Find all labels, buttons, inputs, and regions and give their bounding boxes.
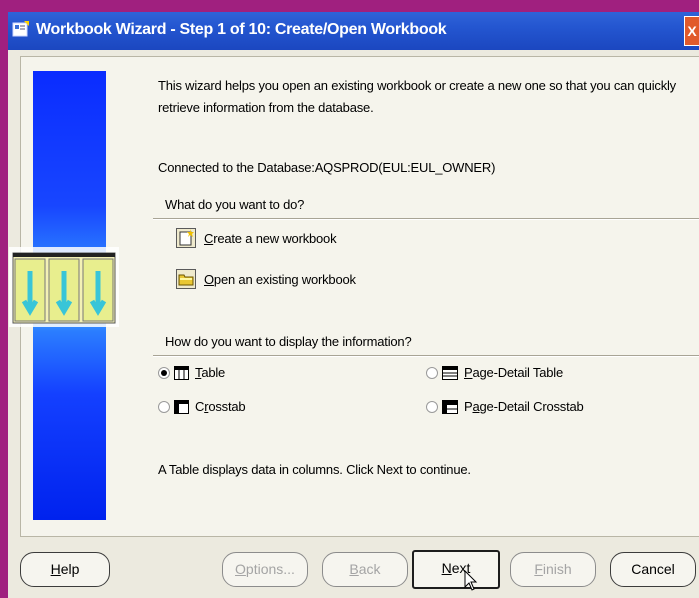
crosstab-icon	[174, 399, 189, 414]
table-radio-option[interactable]: Table	[158, 365, 225, 380]
page-detail-table-radio-option[interactable]: Page-Detail Table	[426, 365, 563, 380]
open-workbook-label: Open an existing workbook	[204, 271, 356, 287]
page-detail-crosstab-label: Page-Detail Crosstab	[464, 399, 584, 414]
back-button[interactable]: Back	[322, 552, 408, 587]
mouse-cursor-icon	[464, 570, 478, 591]
next-button[interactable]: Next	[412, 550, 500, 589]
table-radio[interactable]	[158, 366, 170, 379]
new-workbook-icon	[176, 228, 196, 248]
open-workbook-option[interactable]: Open an existing workbook	[176, 269, 356, 289]
display-section-heading: How do you want to display the informati…	[165, 334, 412, 349]
close-button[interactable]: X	[684, 16, 699, 46]
connection-status: Connected to the Database:AQSPROD(EUL:EU…	[158, 160, 496, 175]
options-button[interactable]: Options...	[222, 552, 308, 587]
page-detail-crosstab-icon	[442, 399, 458, 414]
hint-text: A Table displays data in columns. Click …	[158, 462, 471, 477]
open-folder-icon	[176, 269, 196, 289]
title-bar[interactable]: Workbook Wizard - Step 1 of 10: Create/O…	[8, 12, 699, 50]
dialog-client-area: This wizard helps you open an existing w…	[8, 50, 699, 598]
cancel-button[interactable]: Cancel	[610, 552, 696, 587]
crosstab-radio[interactable]	[158, 400, 170, 413]
wizard-window: Workbook Wizard - Step 1 of 10: Create/O…	[0, 0, 699, 598]
crosstab-radio-option[interactable]: Crosstab	[158, 399, 246, 414]
help-button[interactable]: Help	[20, 552, 110, 587]
workbook-illustration-icon	[9, 247, 119, 327]
crosstab-label: Crosstab	[195, 399, 246, 414]
create-workbook-label: Create a new workbook	[204, 230, 337, 246]
page-detail-table-icon	[442, 365, 458, 380]
action-section-heading: What do you want to do?	[165, 197, 305, 212]
wizard-app-icon	[12, 21, 29, 37]
page-detail-crosstab-radio[interactable]	[426, 400, 438, 413]
page-detail-table-label: Page-Detail Table	[464, 365, 563, 380]
table-icon	[174, 365, 189, 380]
table-label: Table	[195, 365, 226, 380]
finish-button[interactable]: Finish	[510, 552, 596, 587]
intro-text-line2: retrieve information from the database.	[158, 100, 374, 115]
wizard-banner-image	[9, 71, 119, 520]
create-workbook-option[interactable]: Create a new workbook	[176, 228, 337, 248]
page-detail-table-radio[interactable]	[426, 366, 438, 379]
page-detail-crosstab-radio-option[interactable]: Page-Detail Crosstab	[426, 399, 584, 414]
window-title: Workbook Wizard - Step 1 of 10: Create/O…	[36, 21, 447, 38]
intro-text-line1: This wizard helps you open an existing w…	[158, 78, 676, 93]
